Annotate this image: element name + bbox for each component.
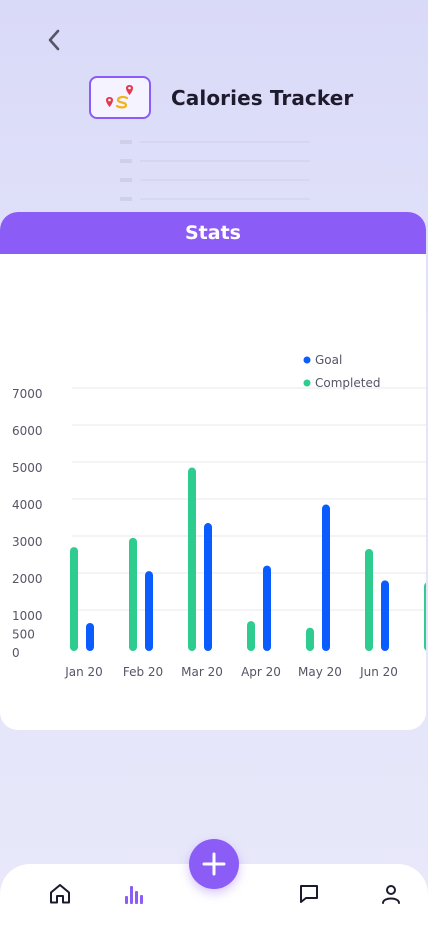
y-tick-label: 1000: [12, 609, 43, 623]
add-entry-button[interactable]: [189, 839, 239, 889]
bar-completed: [306, 627, 314, 651]
bar-completed: [365, 548, 373, 651]
legend-marker: [303, 356, 311, 364]
plus-icon: [202, 852, 226, 876]
bar-goal: [204, 523, 212, 651]
bar-completed: [129, 537, 137, 651]
bar-goal: [86, 622, 94, 651]
y-tick-label: 500: [12, 628, 35, 642]
bar-goal: [263, 565, 271, 651]
home-icon: [50, 884, 70, 904]
y-tick-label: 2000: [12, 572, 43, 586]
bar-goal: [145, 571, 153, 651]
background-graph-decoration: [120, 140, 310, 201]
y-tick-label: 7000: [12, 387, 43, 401]
bar-completed: [70, 547, 78, 651]
bar-goal: [322, 504, 330, 651]
nav-home-button[interactable]: [44, 876, 76, 912]
page-title: Calories Tracker: [171, 86, 354, 110]
bar-chart-icon: [125, 886, 143, 904]
y-tick-label: 3000: [12, 535, 43, 549]
back-button[interactable]: [40, 26, 68, 54]
x-tick-label: Jan 20: [64, 665, 103, 679]
y-tick-label: 6000: [12, 424, 43, 438]
app-logo: [89, 76, 151, 119]
y-tick-label: 4000: [12, 498, 43, 512]
chat-icon: [300, 885, 318, 903]
x-tick-label: May 20: [298, 665, 342, 679]
bar-completed: [188, 467, 196, 651]
legend-label: Completed: [315, 376, 380, 390]
route-map-pin-icon: [106, 85, 133, 109]
nav-stats-button[interactable]: [118, 876, 150, 912]
x-tick-label: Feb 20: [123, 665, 163, 679]
chevron-left-icon: [48, 29, 60, 51]
bar-completed: [247, 621, 255, 651]
legend-label: Goal: [315, 353, 342, 367]
bar-completed: [424, 582, 426, 651]
bar-goal: [381, 580, 389, 651]
x-tick-label: Jun 20: [359, 665, 398, 679]
nav-chat-button[interactable]: [293, 876, 325, 912]
y-tick-label: 0: [12, 646, 20, 660]
stats-card: Stats 0 500 1000 2000 3000 4000 5000 6000 7000 Ja…: [0, 212, 426, 730]
nav-profile-button[interactable]: [375, 876, 407, 912]
stats-bar-chart: 0 500 1000 2000 3000 4000 5000 6000 7000 Jan 20 Fe…: [12, 353, 426, 679]
x-tick-label: Apr 20: [241, 665, 281, 679]
legend-marker: [303, 379, 311, 387]
x-tick-label: Mar 20: [181, 665, 223, 679]
user-icon: [382, 885, 400, 904]
y-tick-label: 5000: [12, 461, 43, 475]
